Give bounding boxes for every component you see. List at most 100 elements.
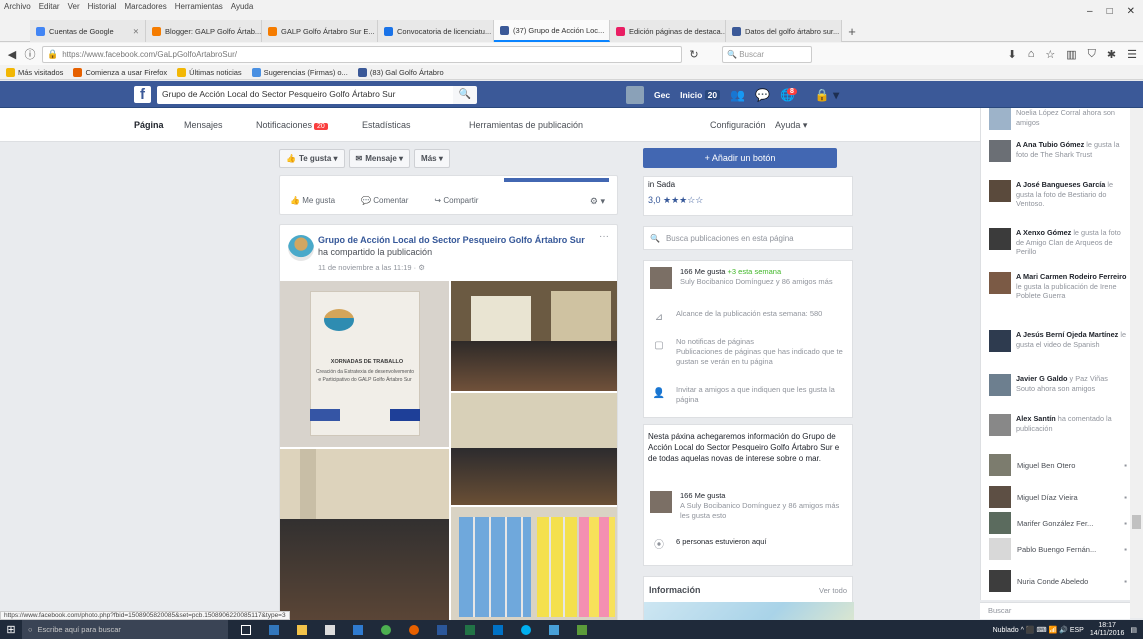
menu-item[interactable]: Editar: [39, 2, 60, 11]
menu-item[interactable]: Ver: [68, 2, 80, 11]
chat-contact[interactable]: Miguel Ben Otero ▪: [989, 454, 1127, 476]
menu-item[interactable]: Marcadores: [125, 2, 167, 11]
ticker-item[interactable]: A Mari Carmen Rodeiro Ferreiro le gusta …: [989, 272, 1127, 301]
ticker-item[interactable]: Alex Santín ha comentado la publicación: [989, 414, 1127, 436]
post-settings-icon[interactable]: ⚙ ▾: [590, 196, 605, 207]
bookmark-item[interactable]: Más visitados: [6, 68, 63, 77]
photo-banner[interactable]: XORNADAS DE TRABALLO Creación da Estrate…: [280, 281, 449, 447]
tab-pagina[interactable]: Página: [134, 120, 164, 130]
post-timestamp[interactable]: 11 de noviembre a las 11:19 · ⚙: [318, 263, 425, 272]
tab-mensajes[interactable]: Mensajes: [184, 120, 223, 130]
photos-icon[interactable]: [544, 620, 564, 639]
facebook-search-input[interactable]: Grupo de Acción Local do Sector Pesqueir…: [157, 86, 453, 104]
word-icon[interactable]: [432, 620, 452, 639]
message-button[interactable]: ✉ Mensaje ▾: [348, 148, 411, 168]
firefox-icon[interactable]: [404, 620, 424, 639]
photo-meeting-1[interactable]: [451, 281, 617, 391]
close-icon[interactable]: ✕: [133, 27, 139, 36]
chat-contact[interactable]: Nuria Conde Abeledo ▪: [989, 570, 1127, 592]
see-all-link[interactable]: Ver todo: [819, 586, 847, 595]
avatar[interactable]: [288, 235, 314, 261]
browser-tab[interactable]: Blogger: GALP Golfo Ártab...✕: [146, 20, 262, 42]
search-icon[interactable]: 🔍: [453, 86, 477, 104]
more-button[interactable]: Más ▾: [414, 148, 450, 168]
info-icon[interactable]: ⓘ: [24, 46, 36, 62]
rating-stars[interactable]: 3,0 ★★★☆☆: [648, 195, 703, 206]
browser-tab[interactable]: Cuentas de Google ✕: [30, 20, 146, 42]
browser-tab[interactable]: GALP Golfo Ártabro Sur E...✕: [262, 20, 378, 42]
ticker-item[interactable]: A Jesús Berní Ojeda Martínez le gusta el…: [989, 330, 1127, 352]
ticker-item[interactable]: A Ana Tubio Gómez le gusta la foto de Th…: [989, 140, 1127, 162]
ticker-item[interactable]: A Xenxo Gómez le gusta la foto de Amigo …: [989, 228, 1127, 257]
ticker-item[interactable]: A José Bangueses García le gusta la foto…: [989, 180, 1127, 209]
back-icon[interactable]: ◀: [6, 48, 18, 61]
mail-icon[interactable]: [348, 620, 368, 639]
ticker-item[interactable]: Javier G Galdo y Paz Viñas Souto ahora s…: [989, 374, 1127, 396]
photo-post-it-board[interactable]: [451, 507, 617, 623]
facebook-logo[interactable]: f: [134, 86, 151, 103]
menu-icon[interactable]: ☰: [1127, 48, 1137, 61]
post-author[interactable]: Grupo de Acción Local do Sector Pesqueir…: [318, 235, 585, 245]
invite-friends-link[interactable]: Invitar a amigos a que indiquen que les …: [676, 385, 848, 405]
app-icon[interactable]: [572, 620, 592, 639]
browser-tab[interactable]: Convocatoria de licenciatu...✕: [378, 20, 494, 42]
bookmark-item[interactable]: (83) Gal Golfo Ártabro: [357, 68, 444, 77]
user-name[interactable]: Gec: [654, 90, 670, 100]
star-icon[interactable]: ☆: [1045, 48, 1055, 61]
avatar[interactable]: [626, 86, 644, 104]
close-icon[interactable]: ✕: [1127, 6, 1135, 17]
photo-meeting-2[interactable]: [451, 393, 617, 505]
tab-ayuda[interactable]: Ayuda ▾: [775, 120, 807, 131]
tab-notificaciones[interactable]: Notificaciones 20: [256, 120, 328, 130]
photo-meeting-3[interactable]: [280, 449, 449, 623]
bookmark-item[interactable]: Comienza a usar Firefox: [73, 68, 167, 77]
post-menu-icon[interactable]: ···: [599, 231, 609, 242]
like-page-button[interactable]: 👍 Te gusta ▾: [279, 148, 345, 168]
reload-icon[interactable]: ↻: [688, 48, 700, 61]
chat-contact[interactable]: Pablo Buengo Fernán... ▪: [989, 538, 1127, 560]
menu-item[interactable]: Archivo: [4, 2, 31, 11]
globe-icon[interactable]: 🌐8: [780, 88, 805, 102]
friends-thumbnail[interactable]: [650, 491, 672, 513]
browser-tab[interactable]: (37) Grupo de Acción Loc...✕: [494, 20, 610, 42]
bookmark-item[interactable]: Últimas noticias: [177, 68, 242, 77]
page-search-input[interactable]: 🔍 Busca publicaciones en esta página: [643, 226, 853, 250]
friends-thumbnail[interactable]: [650, 267, 672, 289]
store-icon[interactable]: [320, 620, 340, 639]
browser-tab[interactable]: Edición páginas de destaca...✕: [610, 20, 726, 42]
file-explorer-icon[interactable]: [292, 620, 312, 639]
friend-requests-icon[interactable]: 👥: [730, 88, 745, 102]
help-icon[interactable]: 🔒 ▾: [815, 88, 839, 102]
home-icon[interactable]: ⌂: [1028, 48, 1035, 61]
windows-start-icon[interactable]: ⊞: [0, 623, 22, 636]
menu-item[interactable]: Herramientas: [175, 2, 223, 11]
new-tab-button[interactable]: +: [842, 20, 862, 42]
browser-tab[interactable]: Datos del golfo ártabro sur...✕: [726, 20, 842, 42]
chrome-icon[interactable]: [376, 620, 396, 639]
clock[interactable]: 18:17 14/11/2016: [1090, 622, 1125, 638]
messages-icon[interactable]: 💬: [755, 88, 770, 102]
library-icon[interactable]: ▥: [1066, 48, 1076, 61]
taskbar-search-input[interactable]: ○ Escribe aquí para buscar: [22, 620, 228, 639]
outlook-icon[interactable]: [488, 620, 508, 639]
excel-icon[interactable]: [460, 620, 480, 639]
minimize-icon[interactable]: –: [1087, 6, 1093, 17]
like-button[interactable]: 👍 Me gusta: [290, 196, 335, 205]
browser-search-input[interactable]: 🔍 Buscar: [722, 45, 812, 63]
url-bar[interactable]: 🔒 https://www.facebook.com/GaLpGolfoArta…: [42, 45, 682, 63]
tab-herramientas[interactable]: Herramientas de publicación: [469, 120, 583, 130]
menu-item[interactable]: Historial: [88, 2, 117, 11]
chat-contact[interactable]: Marifer González Fer... ▪: [989, 512, 1127, 534]
extensions-icon[interactable]: ✱: [1107, 48, 1116, 61]
scrollbar[interactable]: [1130, 108, 1143, 618]
tray-icons[interactable]: Nublado ^ ⬛ ⌨ 📶 🔊 ESP: [993, 626, 1084, 634]
scrollbar-thumb[interactable]: [1132, 515, 1141, 529]
add-button-button[interactable]: + Añadir un botón: [643, 148, 837, 168]
edge-icon[interactable]: [264, 620, 284, 639]
bookmark-item[interactable]: Sugerencias (Firmas) o...: [251, 68, 348, 77]
maximize-icon[interactable]: □: [1107, 6, 1113, 17]
comment-button[interactable]: 💬 Comentar: [361, 196, 408, 205]
download-icon[interactable]: ⬇: [1008, 48, 1017, 61]
ticker-item[interactable]: Noelia López Corral ahora son amigos: [989, 108, 1127, 130]
chat-contact[interactable]: Miguel Díaz Vieira ▪: [989, 486, 1127, 508]
